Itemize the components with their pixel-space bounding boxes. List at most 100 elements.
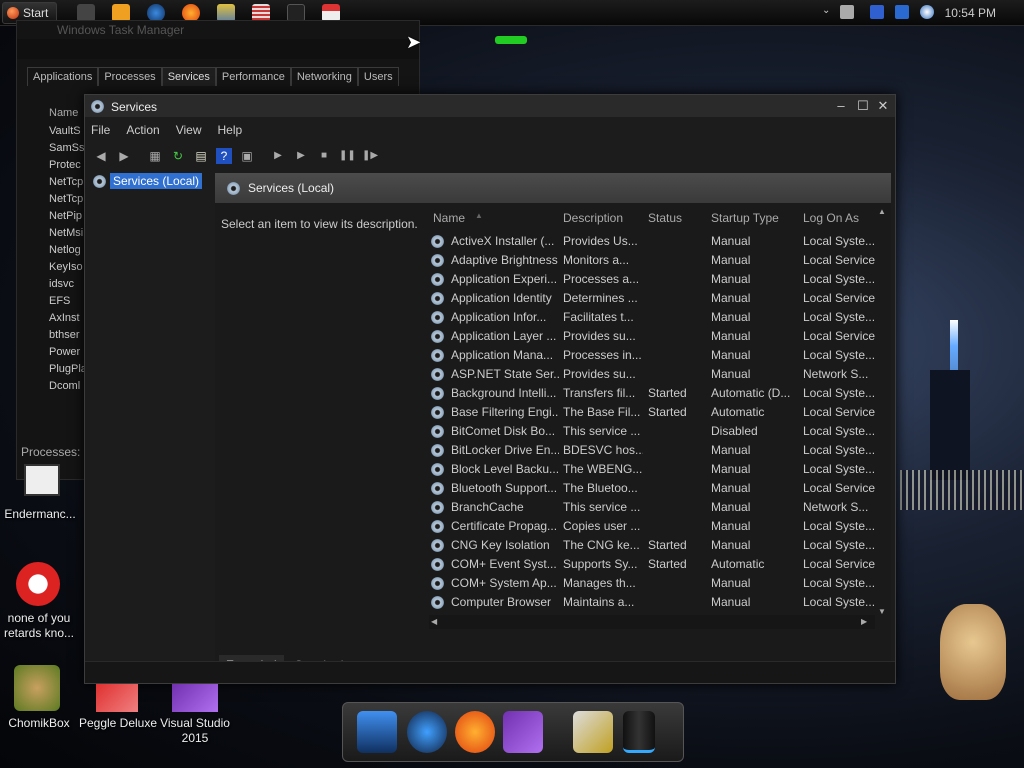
start-service-icon[interactable]: ▶ (293, 148, 309, 164)
ie-icon[interactable] (147, 3, 166, 22)
play-icon[interactable]: ▶ (270, 148, 286, 164)
trash-can-icon[interactable] (623, 711, 655, 753)
back-arrow-icon[interactable]: ◀ (93, 148, 109, 164)
table-row[interactable]: ASP.NET State Ser... Provides su... Manual… (429, 365, 881, 384)
table-row[interactable]: Certificate Propag... Copies user ... Manu… (429, 517, 881, 536)
column-header-status[interactable]: Status (648, 211, 682, 225)
list-item[interactable]: idsvc (49, 278, 89, 295)
pin-icon[interactable] (77, 3, 96, 22)
chevron-down-icon[interactable]: ⌄ (822, 5, 836, 19)
list-item[interactable]: NetPip (49, 210, 89, 227)
list-item[interactable]: Dcoml (49, 380, 89, 397)
tab-performance[interactable]: Performance (215, 67, 291, 86)
properties-icon[interactable]: ▣ (239, 148, 255, 164)
table-row[interactable]: BitComet Disk Bo... This service ... Disab… (429, 422, 881, 441)
table-row[interactable]: BranchCache This service ... Manual Network… (429, 498, 881, 517)
help-icon[interactable]: ? (216, 148, 232, 164)
services-titlebar[interactable]: Services – ☐ ✕ (85, 95, 895, 117)
table-row[interactable]: ActiveX Installer (... Provides Us... Manu… (429, 232, 881, 251)
column-header-description[interactable]: Description (563, 211, 623, 225)
firefox-icon[interactable] (455, 711, 495, 753)
table-row[interactable]: Application Experi... Processes a... Manua… (429, 270, 881, 289)
bluetooth-icon[interactable] (870, 5, 884, 19)
list-item[interactable]: bthser (49, 329, 89, 346)
scroll-right-icon[interactable]: ▶ (861, 617, 867, 626)
list-item[interactable]: PlugPla (49, 363, 89, 380)
tree-item-services-local[interactable]: Services (Local) (93, 173, 203, 189)
table-row[interactable]: Adaptive Brightness Monitors a... Manual Lo… (429, 251, 881, 270)
table-row[interactable]: CNG Key Isolation The CNG ke... Started Man… (429, 536, 881, 555)
terminal-icon[interactable] (287, 3, 306, 22)
tab-applications[interactable]: Applications (27, 67, 99, 86)
desktop-icon-label[interactable]: Visual Studio 2015 (154, 716, 236, 746)
forward-arrow-icon[interactable]: ▶ (116, 148, 132, 164)
table-row[interactable]: Application Identity Determines ... Manual… (429, 289, 881, 308)
calendar-icon[interactable] (322, 3, 341, 22)
table-row[interactable]: Block Level Backu... The WBENG... Manual Lo… (429, 460, 881, 479)
menu-help[interactable]: Help (218, 123, 243, 137)
table-row[interactable]: BitLocker Drive En... BDESVC hos... Manual… (429, 441, 881, 460)
scroll-left-icon[interactable]: ◀ (431, 617, 437, 626)
list-item[interactable]: NetTcp (49, 176, 89, 193)
table-row[interactable]: Application Infor... Facilitates t... Manu… (429, 308, 881, 327)
globe-icon[interactable] (407, 711, 447, 753)
visual-studio-icon[interactable] (172, 684, 218, 712)
minimize-icon[interactable]: – (833, 98, 849, 114)
menu-view[interactable]: View (176, 123, 202, 137)
tab-processes[interactable]: Processes (98, 67, 162, 86)
horizontal-scrollbar[interactable]: ◀ ▶ (429, 615, 875, 629)
desktop-icon-label[interactable]: Peggle Deluxe (78, 716, 158, 731)
media-player-icon[interactable] (112, 3, 131, 22)
menu-action[interactable]: Action (126, 123, 159, 137)
visual-studio-icon[interactable] (503, 711, 543, 753)
network-icon[interactable] (895, 5, 909, 19)
list-item[interactable]: VaultS (49, 125, 89, 142)
table-row[interactable]: Application Mana... Processes in... Manual… (429, 346, 881, 365)
monitor-icon[interactable] (357, 711, 397, 753)
console-tree-icon[interactable]: ▦ (147, 148, 163, 164)
list-item[interactable]: EFS (49, 295, 89, 312)
tab-users[interactable]: Users (357, 67, 399, 86)
desktop-icon-label[interactable]: Endermanc... (0, 507, 80, 522)
column-header-name[interactable]: Name (433, 211, 465, 225)
firefox-icon[interactable] (182, 3, 201, 22)
restart-icon[interactable]: ❚▶ (362, 148, 378, 164)
list-item[interactable]: NetMsi (49, 227, 89, 244)
pause-icon[interactable]: ❚❚ (339, 148, 356, 164)
maximize-icon[interactable]: ☐ (855, 98, 871, 114)
tray-icon[interactable] (840, 5, 854, 19)
app-logo-icon[interactable] (16, 562, 60, 606)
tab-networking[interactable]: Networking (290, 67, 358, 86)
column-header-logon[interactable]: Log On As (803, 211, 859, 225)
list-item[interactable]: KeyIso (49, 261, 89, 278)
notepad-icon[interactable] (24, 464, 60, 496)
clock[interactable]: 10:54 PM (945, 6, 996, 20)
close-icon[interactable]: ✕ (875, 98, 891, 114)
menu-file[interactable]: File (91, 123, 110, 137)
chomikbox-icon[interactable] (14, 665, 60, 711)
table-row[interactable]: COM+ Event Syst... Supports Sy... Started A… (429, 555, 881, 574)
desktop-icon-label[interactable]: ChomikBox (0, 716, 78, 731)
refresh-icon[interactable]: ↻ (170, 148, 186, 164)
tab-services[interactable]: Services (161, 67, 216, 86)
table-row[interactable]: COM+ System Ap... Manages th... Manual Loca… (429, 574, 881, 593)
table-row[interactable]: Application Layer ... Provides su... Manua… (429, 327, 881, 346)
vertical-scrollbar[interactable]: ▲ ▼ (875, 207, 889, 621)
table-row[interactable]: Bluetooth Support... The Bluetoo... Manual… (429, 479, 881, 498)
list-app-icon[interactable] (252, 3, 271, 22)
table-row[interactable]: Base Filtering Engi... The Base Fil... Sta… (429, 403, 881, 422)
table-row[interactable]: Background Intelli... Transfers fil... Sta… (429, 384, 881, 403)
tm-column-name[interactable]: Name (49, 107, 78, 119)
list-item[interactable]: Power (49, 346, 89, 363)
column-header-startup[interactable]: Startup Type (711, 211, 779, 225)
scroll-up-icon[interactable]: ▲ (878, 207, 886, 216)
table-row[interactable]: Computer Browser Maintains a... Manual Loca… (429, 593, 881, 612)
stop-icon[interactable]: ■ (316, 148, 332, 164)
desktop-icon-label[interactable]: none of you retards kno... (0, 611, 78, 641)
peggle-icon[interactable] (96, 684, 138, 712)
export-list-icon[interactable]: ▤ (193, 148, 209, 164)
volume-icon[interactable] (920, 5, 934, 19)
list-item[interactable]: Protec (49, 159, 89, 176)
scroll-down-icon[interactable]: ▼ (878, 607, 886, 616)
list-item[interactable]: Netlog (49, 244, 89, 261)
